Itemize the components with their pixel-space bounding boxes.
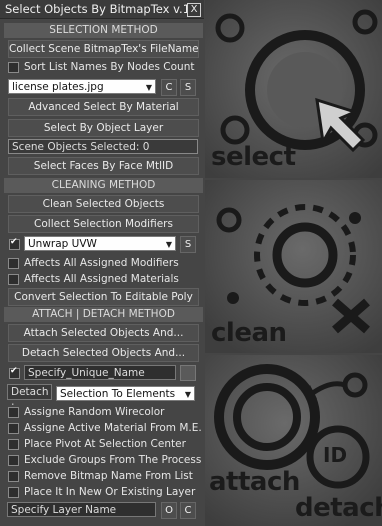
opt-material-row[interactable]: Assigne Active Material From M.E. [8, 420, 202, 436]
tool-window: Select Objects By BitmapTex v.1.5 X SELE… [0, 0, 382, 526]
pivot-label: Place Pivot At Selection Center [24, 438, 186, 450]
attach-header: ATTACH | DETACH METHOD [4, 307, 203, 322]
bitmap-dropdown[interactable]: license plates.jpg ▼ [8, 79, 156, 94]
bitmap-dropdown-value: license plates.jpg [12, 81, 104, 93]
active-material-checkbox[interactable] [8, 423, 19, 434]
modifier-s-button[interactable]: S [180, 236, 196, 253]
detach-objects-button[interactable]: Detach Selected Objects And... [8, 344, 199, 362]
sort-list-row[interactable]: Sort List Names By Nodes Count [8, 59, 198, 75]
layer-o-button[interactable]: O [161, 502, 177, 519]
pivot-checkbox[interactable] [8, 439, 19, 450]
affect-materials-row[interactable]: Affects All Assigned Materials [8, 271, 198, 287]
copy-c-button[interactable]: C [161, 79, 177, 96]
selected-count-readout: Scene Objects Selected: 0 [8, 139, 198, 154]
select-word: select [211, 142, 296, 172]
exclude-groups-label: Exclude Groups From The Process [24, 454, 202, 466]
remove-name-label: Remove Bitmap Name From List [24, 470, 193, 482]
detach-label: Detach : [7, 384, 52, 412]
new-layer-checkbox[interactable] [8, 487, 19, 498]
select-banner: select [205, 0, 382, 178]
convert-poly-button[interactable]: Convert Selection To Editable Poly [8, 288, 199, 306]
clean-banner: clean [205, 180, 382, 353]
select-faces-button[interactable]: Select Faces By Face MtlID [8, 157, 199, 175]
clean-objects-button[interactable]: Clean Selected Objects [8, 195, 199, 213]
affect-modifiers-row[interactable]: Affects All Assigned Modifiers [8, 255, 198, 271]
active-material-label: Assigne Active Material From M.E. [24, 422, 202, 434]
select-by-layer-button[interactable]: Select By Object Layer [8, 119, 199, 137]
id-text: ID [323, 443, 348, 467]
collect-filenames-button[interactable]: Collect Scene BitmapTex's FileNames [8, 40, 199, 58]
exclude-groups-checkbox[interactable] [8, 455, 19, 466]
advanced-select-button[interactable]: Advanced Select By Material [8, 98, 199, 116]
title-bar[interactable]: Select Objects By BitmapTex v.1.5 X [0, 0, 204, 19]
wirecolor-label: Assigne Random Wirecolor [24, 406, 165, 418]
attach-word: attach [209, 467, 300, 497]
select-s-button[interactable]: S [180, 79, 196, 96]
layer-c-button[interactable]: C [180, 502, 196, 519]
attach-detach-banner: ID attach detach [205, 355, 382, 526]
remove-name-checkbox[interactable] [8, 471, 19, 482]
close-button[interactable]: X [187, 3, 201, 17]
cleaning-header: CLEANING METHOD [4, 178, 203, 193]
layer-name-field[interactable]: Specify Layer Name [7, 502, 156, 517]
sort-list-label: Sort List Names By Nodes Count [24, 61, 195, 73]
affect-modifiers-checkbox[interactable] [8, 258, 19, 269]
detach-mode-value: Selection To Elements [60, 388, 176, 400]
color-swatch[interactable] [180, 365, 196, 381]
opt-pivot-row[interactable]: Place Pivot At Selection Center [8, 436, 198, 452]
chevron-down-icon: ▼ [184, 390, 191, 399]
detach-word: detach [295, 493, 382, 523]
collect-modifiers-button[interactable]: Collect Selection Modifiers [8, 215, 199, 233]
unique-name-field[interactable]: Specify_Unique_Name [24, 365, 176, 380]
affect-materials-checkbox[interactable] [8, 274, 19, 285]
modifier-dropdown[interactable]: Unwrap UVW ▼ [24, 236, 176, 251]
rollout-panel: SELECTION METHOD Collect Scene BitmapTex… [4, 20, 203, 522]
opt-wirecolor-row[interactable]: Assigne Random Wirecolor [8, 404, 198, 420]
affect-materials-label: Affects All Assigned Materials [24, 273, 179, 285]
chevron-down-icon: ▼ [165, 240, 172, 249]
opt-remove-row[interactable]: Remove Bitmap Name From List [8, 468, 198, 484]
new-layer-label: Place It In New Or Existing Layer [24, 486, 196, 498]
wirecolor-checkbox[interactable] [8, 407, 19, 418]
affect-modifiers-label: Affects All Assigned Modifiers [24, 257, 179, 269]
attach-objects-button[interactable]: Attach Selected Objects And... [8, 324, 199, 342]
selection-header: SELECTION METHOD [4, 23, 203, 38]
opt-layer-row[interactable]: Place It In New Or Existing Layer [8, 484, 198, 500]
modifier-dropdown-value: Unwrap UVW [28, 238, 97, 250]
unique-name-checkbox[interactable] [9, 366, 20, 379]
chevron-down-icon: ▼ [145, 83, 152, 92]
modifier-checkbox[interactable] [9, 237, 20, 250]
sort-list-checkbox[interactable] [8, 62, 19, 73]
clean-word: clean [211, 318, 287, 348]
window-title: Select Objects By BitmapTex v.1.5 [5, 2, 201, 16]
detach-mode-dropdown[interactable]: Selection To Elements ▼ [56, 386, 195, 401]
opt-groups-row[interactable]: Exclude Groups From The Process [8, 452, 202, 468]
